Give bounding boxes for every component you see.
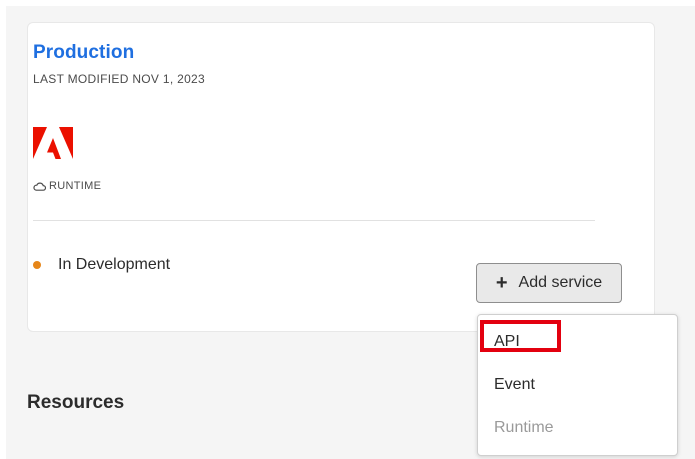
add-service-label: Add service [518,274,603,291]
status-indicator: In Development [33,256,170,274]
project-title[interactable]: Production [33,42,134,64]
plus-icon: + [495,272,508,294]
runtime-tag: RUNTIME [33,180,101,192]
resources-heading: Resources [27,392,125,413]
adobe-logo [33,127,73,159]
menu-item-api[interactable]: API [494,333,520,351]
runtime-label: RUNTIME [49,180,102,192]
menu-item-runtime: Runtime [494,419,554,436]
card-divider [33,220,595,221]
status-text: In Development [58,256,171,273]
cloud-icon [33,182,46,191]
add-service-button[interactable]: + Add service [476,263,622,303]
add-service-menu: API Event Runtime [477,314,678,456]
status-dot [33,261,41,269]
menu-item-event[interactable]: Event [494,376,535,394]
last-modified-label: LAST MODIFIED NOV 1, 2023 [33,72,206,86]
